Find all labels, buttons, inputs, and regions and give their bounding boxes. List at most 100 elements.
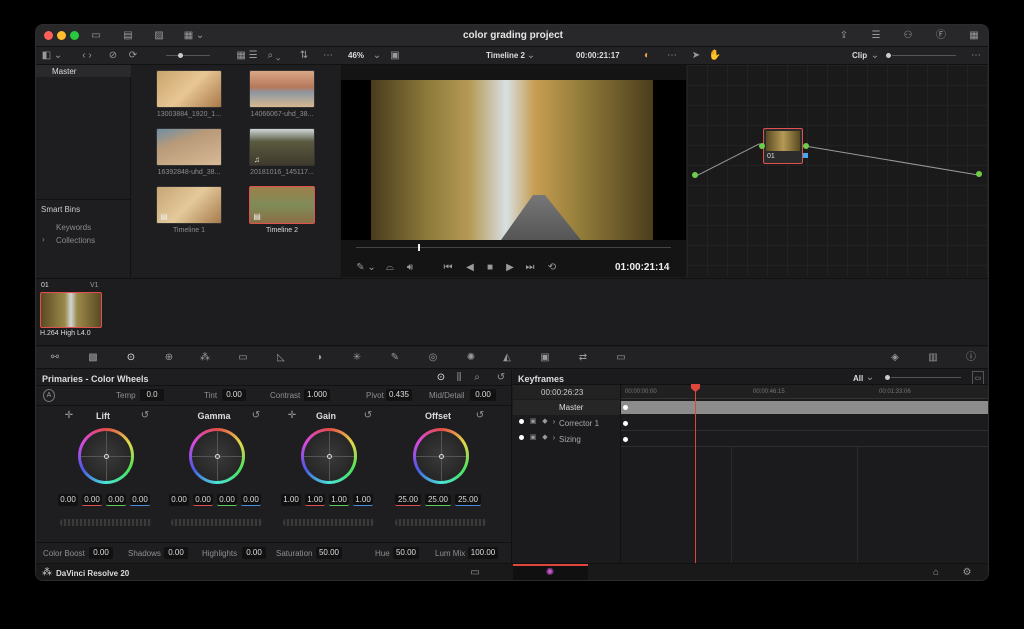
view-mode-icon[interactable]: ▦ ☰ <box>232 49 262 63</box>
gamma-g-value[interactable]: 0.00 <box>217 494 237 506</box>
corrector-enable-dot[interactable] <box>519 419 524 424</box>
clip-thumbnail[interactable] <box>249 70 315 108</box>
color-wheels-icon[interactable]: ⊙ <box>122 351 140 365</box>
auto-balance-icon[interactable]: A <box>43 389 55 402</box>
node-editor[interactable]: 01 <box>687 65 988 277</box>
clip-thumbnail[interactable] <box>156 70 222 108</box>
effects-icon[interactable]: Ⓕ <box>933 29 949 43</box>
node-zoom-handle[interactable] <box>886 53 891 58</box>
track-sizing[interactable]: Sizing <box>559 435 581 444</box>
smart-bin-keywords[interactable]: Keywords <box>56 223 91 232</box>
more-options-icon[interactable]: ⋯ <box>320 49 336 63</box>
gain-g-value[interactable]: 1.00 <box>329 494 349 506</box>
keyframes-filter[interactable]: All <box>853 374 863 383</box>
highlight-icon[interactable]: ⌓ <box>383 261 397 275</box>
node-key-port[interactable] <box>803 153 808 158</box>
loop-icon[interactable]: ⟲ <box>545 261 559 275</box>
scopes-icon[interactable]: ▥ <box>924 351 942 365</box>
gamma-b-value[interactable]: 0.00 <box>241 494 261 506</box>
sizing-keyframe-icon[interactable]: ◆ <box>540 431 550 445</box>
timeline-selector[interactable]: Timeline 2 <box>486 51 525 60</box>
pivot-value[interactable]: 0.435 <box>386 389 412 401</box>
temp-value[interactable]: 0.0 <box>140 389 164 401</box>
scrubber-playhead[interactable] <box>418 244 420 251</box>
gamma-reset-icon[interactable]: ↺ <box>249 409 263 423</box>
node-mode-selector[interactable]: Clip <box>852 51 867 60</box>
blur-icon[interactable]: ▣ <box>536 351 554 365</box>
lift-y-value[interactable]: 0.00 <box>58 494 78 506</box>
offset-r-value[interactable]: 25.00 <box>395 494 421 506</box>
sizing-lock-icon[interactable]: ▣ <box>528 431 538 445</box>
settings-gear-icon[interactable]: ⚙ <box>960 566 974 580</box>
link-icon[interactable]: ⊘ <box>106 49 120 63</box>
thumb-size-slider[interactable] <box>166 55 210 56</box>
offset-master-slider[interactable] <box>395 519 487 526</box>
grid-icon[interactable]: ▦ <box>966 29 982 43</box>
thumb-size-handle[interactable] <box>178 53 183 58</box>
keyframe-zoom-slider[interactable] <box>891 377 961 378</box>
clip-thumbnail[interactable] <box>156 128 222 166</box>
node-input-port[interactable] <box>759 143 765 149</box>
zoom-dropdown-icon[interactable]: ⌄ <box>370 49 384 63</box>
log-mode-icon[interactable]: ⌕ <box>470 371 484 385</box>
master-track-lane[interactable] <box>621 401 988 414</box>
export-icon[interactable]: ⇪ <box>836 29 852 43</box>
lift-reset-icon[interactable]: ↺ <box>138 409 152 423</box>
keyframe-marker[interactable] <box>623 421 628 426</box>
node-more-icon[interactable]: ⋯ <box>968 49 984 63</box>
color-match-icon[interactable]: ▩ <box>84 351 102 365</box>
offset-b-value[interactable]: 25.00 <box>455 494 481 506</box>
gain-r-value[interactable]: 1.00 <box>305 494 325 506</box>
curves-icon[interactable]: ◺ <box>272 351 290 365</box>
tint-value[interactable]: 0.00 <box>222 389 246 401</box>
eyedropper-icon[interactable]: ✎ ⌄ <box>355 261 377 275</box>
hand-icon[interactable]: ✋ <box>708 49 722 63</box>
keyframe-playhead[interactable] <box>695 387 696 563</box>
lum-mix-value[interactable]: 100.00 <box>468 547 498 559</box>
keyframe-marker[interactable] <box>623 405 628 410</box>
color-picker-icon[interactable]: ◐ <box>640 49 654 63</box>
home-icon[interactable]: ⌂ <box>929 566 943 580</box>
lift-master-slider[interactable] <box>60 519 152 526</box>
saturation-value[interactable]: 50.00 <box>316 547 342 559</box>
motion-effects-icon[interactable]: ▭ <box>234 351 252 365</box>
gamma-y-value[interactable]: 0.00 <box>169 494 189 506</box>
node-output[interactable] <box>976 171 982 177</box>
offset-reset-icon[interactable]: ↺ <box>473 409 487 423</box>
gain-y-value[interactable]: 1.00 <box>281 494 301 506</box>
qualifier-icon[interactable]: ✎ <box>386 351 404 365</box>
window-icon[interactable]: ◎ <box>424 351 442 365</box>
scrubber-track[interactable] <box>356 247 671 248</box>
bars-mode-icon[interactable]: ⫼ <box>452 371 466 385</box>
color-boost-value[interactable]: 0.00 <box>89 547 113 559</box>
viewer-mode-icon[interactable]: ▣ <box>386 49 404 63</box>
keyframe-marker[interactable] <box>623 437 628 442</box>
gain-b-value[interactable]: 1.00 <box>353 494 373 506</box>
contrast-value[interactable]: 1.000 <box>304 389 330 401</box>
reset-all-icon[interactable]: ↺ <box>494 371 508 385</box>
middetail-value[interactable]: 0.00 <box>470 389 496 401</box>
refresh-icon[interactable]: ⟳ <box>126 49 140 63</box>
lift-b-value[interactable]: 0.00 <box>130 494 150 506</box>
keyframes-icon[interactable]: ◈ <box>886 351 904 365</box>
volume-icon[interactable]: 🔊︎ <box>403 261 417 275</box>
lift-g-value[interactable]: 0.00 <box>106 494 126 506</box>
offset-wheel[interactable] <box>413 428 469 484</box>
pointer-icon[interactable]: ➤ <box>690 49 702 63</box>
hue-value[interactable]: 50.00 <box>393 547 419 559</box>
gamma-wheel[interactable] <box>189 428 245 484</box>
corrector-expand-icon[interactable]: › <box>550 415 558 429</box>
offset-g-value[interactable]: 25.00 <box>425 494 451 506</box>
expand-collections-icon[interactable]: › <box>42 235 45 244</box>
highlights-value[interactable]: 0.00 <box>242 547 266 559</box>
sizing-expand-icon[interactable]: › <box>550 431 558 445</box>
gain-master-slider[interactable] <box>283 519 375 526</box>
lift-wheel[interactable] <box>78 428 134 484</box>
smart-bin-collections[interactable]: Collections <box>56 236 95 245</box>
hdr-wheels-icon[interactable]: ⊕ <box>160 351 178 365</box>
clip-thumbnail[interactable] <box>40 292 102 328</box>
dual-screen-icon[interactable]: ▭ <box>468 566 482 580</box>
camera-raw-icon[interactable]: ⚯ <box>46 351 64 365</box>
lift-r-value[interactable]: 0.00 <box>82 494 102 506</box>
stop-icon[interactable]: ■ <box>483 261 497 275</box>
